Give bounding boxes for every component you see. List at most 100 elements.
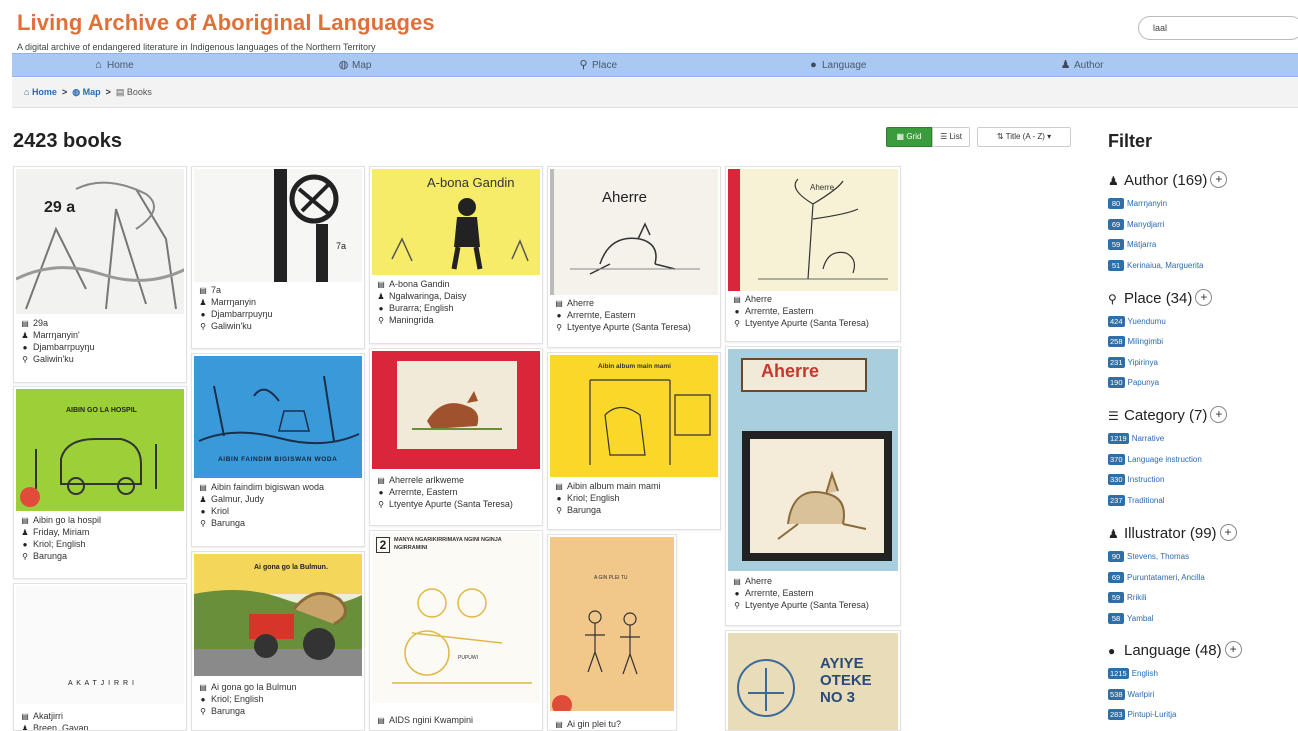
book-cover[interactable]: 7a (194, 169, 362, 282)
book-title[interactable]: A-bona Gandin (389, 279, 450, 289)
book-author[interactable]: Marrŋanyin (211, 297, 256, 307)
site-title[interactable]: Living Archive of Aboriginal Languages (17, 10, 435, 36)
book-title[interactable]: Akatjirri (33, 711, 63, 721)
filter-item[interactable]: 59 Mätjarra (1108, 239, 1156, 250)
book-author[interactable]: Marrŋanyin' (33, 330, 80, 340)
book-place[interactable]: Ltyentye Apurte (Santa Teresa) (745, 600, 869, 610)
list-view-button[interactable]: ☰ List (932, 127, 970, 147)
book-card[interactable]: Aherre ▤ Aherre ● Arrernte, Eastern ⚲ Ltyen… (547, 166, 721, 348)
book-card[interactable]: AYIYE OTEKE NO 3 (725, 630, 901, 731)
plus-icon[interactable]: + (1224, 641, 1242, 658)
book-language[interactable]: Kriol; English (567, 493, 620, 503)
book-cover[interactable]: Aherre (550, 169, 718, 295)
book-card[interactable]: Aherre ▤ Aherre ● Arrernte, Eastern ⚲ Ltyen… (725, 346, 901, 626)
filter-item[interactable]: 231 Yipirinya (1108, 357, 1158, 368)
nav-place[interactable]: ⚲ Place (577, 54, 617, 76)
book-card[interactable]: ▤ Aherrele arlkweme ● Arrernte, Eastern ⚲ L… (369, 348, 543, 526)
filter-group-author[interactable]: ♟ Author (169) + (1108, 171, 1228, 189)
filter-item[interactable]: 370 Language instruction (1108, 454, 1202, 465)
book-cover[interactable]: AYIYE OTEKE NO 3 (728, 633, 898, 730)
book-cover[interactable]: AIBIN FAINDIM BIGISWAN WODA (194, 356, 362, 478)
book-place[interactable]: Ltyentye Apurte (Santa Teresa) (745, 318, 869, 328)
book-title[interactable]: Aherre (745, 294, 772, 304)
book-card[interactable]: 29 a ▤ 29a ♟ Marrŋanyin' ● Djambarrpuyŋu ⚲ G… (13, 166, 187, 383)
search-input[interactable]: laal (1138, 16, 1298, 40)
book-title[interactable]: Aherre (745, 576, 772, 586)
filter-item[interactable]: 58 Yambal (1108, 613, 1154, 624)
book-language[interactable]: Kriol; English (33, 539, 86, 549)
book-title[interactable]: Aherrele arlkweme (389, 475, 464, 485)
book-title[interactable]: AIDS ngini Kwampini (389, 715, 473, 725)
filter-item[interactable]: 190 Papunya (1108, 377, 1159, 388)
plus-icon[interactable]: + (1219, 524, 1237, 541)
book-cover[interactable]: A K A T J I R R I (16, 586, 184, 704)
book-card[interactable]: AIBIN FAINDIM BIGISWAN WODA ▤ Aibin faind… (191, 353, 365, 547)
book-title[interactable]: 29a (33, 318, 48, 328)
nav-author[interactable]: ♟ Author (1059, 54, 1104, 76)
book-author[interactable]: Breen, Gavan (33, 723, 89, 730)
book-card[interactable]: A GIN PLEI TU ▤ Ai gin plei tu? (547, 534, 677, 731)
filter-group-category[interactable]: ☰ Category (7) + (1108, 406, 1228, 424)
book-language[interactable]: Djambarrpuyŋu (33, 342, 95, 352)
book-cover[interactable]: Aibin album main mami (550, 355, 718, 477)
book-language[interactable]: Djambarrpuyŋu (211, 309, 273, 319)
filter-item[interactable]: 51 Kerinaiua, Marguerita (1108, 260, 1203, 271)
filter-item[interactable]: 237 Traditional (1108, 495, 1165, 506)
book-title[interactable]: Aherre (567, 298, 594, 308)
breadcrumb-map[interactable]: ◍ Map (72, 87, 100, 97)
filter-item[interactable]: 424 Yuendumu (1108, 316, 1166, 327)
book-card[interactable]: Aibin album main mami ▤ Aibin album main … (547, 352, 721, 530)
book-language[interactable]: Arrernte, Eastern (745, 588, 814, 598)
book-title[interactable]: Aibin go la hospil (33, 515, 101, 525)
book-title[interactable]: 7a (211, 285, 221, 295)
breadcrumb-home[interactable]: ⌂ Home (24, 87, 57, 97)
filter-group-place[interactable]: ⚲ Place (34) + (1108, 289, 1213, 307)
filter-item[interactable]: 538 Warlpiri (1108, 689, 1154, 700)
filter-group-language[interactable]: ● Language (48) + (1108, 641, 1242, 659)
book-language[interactable]: Kriol (211, 506, 229, 516)
book-title[interactable]: Aibin album main mami (567, 481, 661, 491)
book-cover[interactable]: A GIN PLEI TU (550, 537, 674, 711)
filter-item[interactable]: 1215 English (1108, 668, 1158, 679)
book-place[interactable]: Galiwin'ku (211, 321, 252, 331)
book-cover[interactable]: Aherre (728, 349, 898, 571)
book-author[interactable]: Galmur, Judy (211, 494, 264, 504)
book-cover[interactable]: Ai gona go la Bulmun. (194, 554, 362, 676)
book-language[interactable]: Kriol; English (211, 694, 264, 704)
filter-item[interactable]: 69 Manydjarri (1108, 219, 1164, 230)
book-card[interactable]: Ai gona go la Bulmun. ▤ Ai gona go la Bul… (191, 551, 365, 731)
book-card[interactable]: 7a ▤ 7a ♟ Marrŋanyin ● Djambarrpuyŋu ⚲ Galiw… (191, 166, 365, 349)
nav-map[interactable]: ◍ Map (337, 54, 372, 76)
book-cover[interactable]: 2 MANYA NGARIKIRRIMAYA NGINI NGINJA NGIR… (372, 533, 540, 703)
nav-language[interactable]: ● Language (807, 54, 866, 76)
book-title[interactable]: Ai gona go la Bulmun (211, 682, 297, 692)
filter-item[interactable]: 90 Stevens, Thomas (1108, 551, 1189, 562)
plus-icon[interactable]: + (1195, 289, 1213, 306)
book-author[interactable]: Ngalwaringa, Daisy (389, 291, 467, 301)
book-place[interactable]: Barunga (211, 706, 245, 716)
book-cover[interactable]: A-bona Gandin (372, 169, 540, 275)
book-place[interactable]: Maningrida (389, 315, 434, 325)
book-place[interactable]: Ltyentye Apurte (Santa Teresa) (389, 499, 513, 509)
plus-icon[interactable]: + (1210, 406, 1228, 423)
book-place[interactable]: Barunga (211, 518, 245, 528)
grid-view-button[interactable]: ▦ Grid (886, 127, 932, 147)
nav-home[interactable]: ⌂ Home (92, 54, 134, 76)
book-cover[interactable]: AIBIN GO LA HOSPIL (16, 389, 184, 511)
book-language[interactable]: Arrernte, Eastern (567, 310, 636, 320)
book-author[interactable]: Friday, Miriam (33, 527, 89, 537)
book-card[interactable]: A K A T J I R R I ▤ Akatjirri ♟ Breen, Gav… (13, 583, 187, 731)
book-language[interactable]: Arrernte, Eastern (745, 306, 814, 316)
book-card[interactable]: 2 MANYA NGARIKIRRIMAYA NGINI NGINJA NGIR… (369, 530, 543, 731)
book-card[interactable]: Aherre ▤ Aherre ● Arrernte, Eastern ⚲ Ltyen… (725, 166, 901, 342)
filter-group-illustrator[interactable]: ♟ Illustrator (99) + (1108, 524, 1237, 542)
filter-item[interactable]: 258 Milingimbi (1108, 336, 1163, 347)
book-language[interactable]: Burarra; English (389, 303, 454, 313)
book-title[interactable]: Ai gin plei tu? (567, 719, 621, 729)
book-language[interactable]: Arrernte, Eastern (389, 487, 458, 497)
filter-item[interactable]: 330 Instruction (1108, 474, 1164, 485)
book-card[interactable]: A-bona Gandin ▤ A-bona Gandin ♟ Ngalwaring… (369, 166, 543, 344)
book-place[interactable]: Ltyentye Apurte (Santa Teresa) (567, 322, 691, 332)
book-place[interactable]: Barunga (33, 551, 67, 561)
sort-dropdown[interactable]: ⇅ Title (A - Z) ▾ (977, 127, 1071, 147)
